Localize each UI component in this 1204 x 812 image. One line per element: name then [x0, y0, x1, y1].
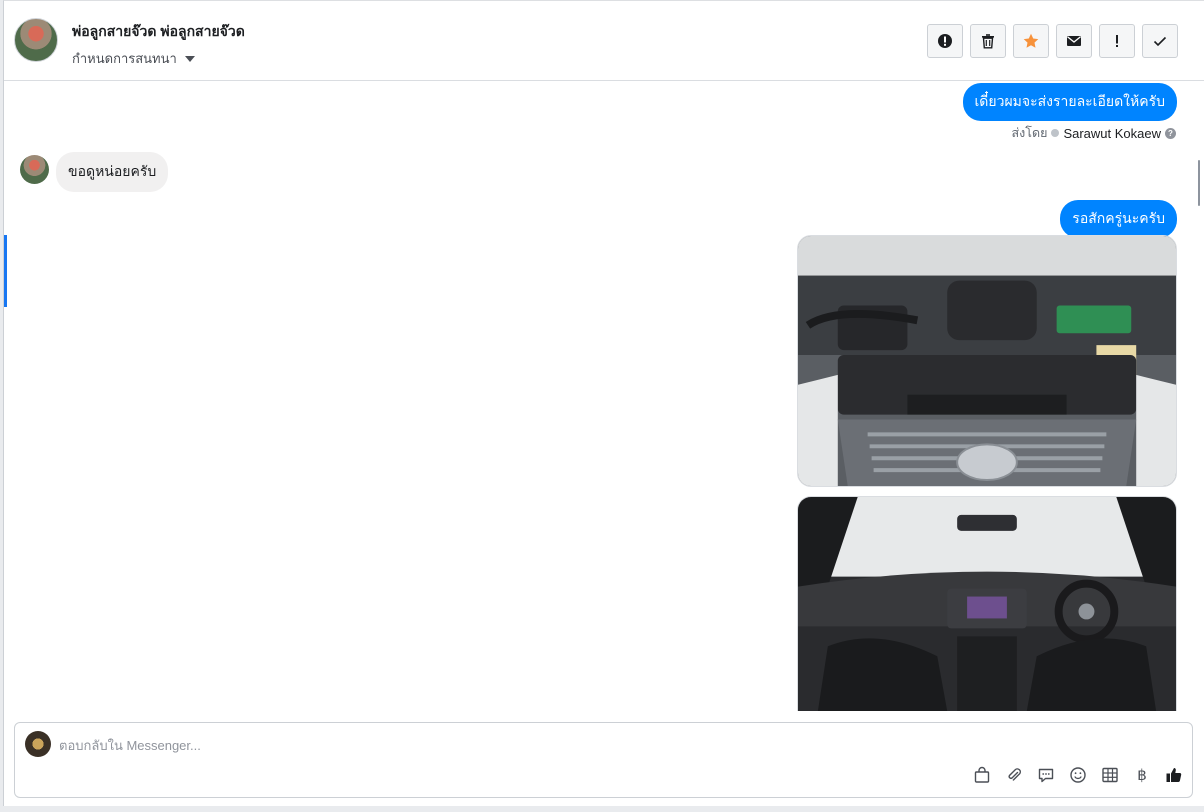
message-outgoing[interactable]: รอสักครู่นะครับ: [1060, 200, 1177, 238]
star-icon: [1023, 33, 1039, 48]
assign-conversation-dropdown[interactable]: กำหนดการสนทนา: [72, 48, 195, 69]
agent-name[interactable]: Sarawut Kokaew: [1063, 126, 1161, 141]
trash-icon: [982, 34, 994, 49]
mark-unread-button[interactable]: [1056, 24, 1092, 58]
check-icon: [1153, 36, 1167, 47]
saved-replies-button[interactable]: [1036, 765, 1056, 785]
payment-button[interactable]: ฿: [1132, 765, 1152, 785]
follow-up-button[interactable]: [1099, 24, 1135, 58]
page-avatar: [25, 731, 51, 757]
car-interior-image: [798, 497, 1176, 711]
sent-by-line: ส่งโดย Sarawut Kokaew ?: [1012, 123, 1176, 143]
exclamation-icon: [1116, 35, 1118, 47]
contact-avatar[interactable]: [14, 18, 58, 62]
scrollbar-thumb[interactable]: [1198, 160, 1200, 206]
bag-button[interactable]: [972, 765, 992, 785]
message-incoming[interactable]: ขอดูหน่อยครับ: [56, 152, 169, 192]
table-icon: [1102, 767, 1118, 783]
engine-bay-photo[interactable]: [797, 235, 1177, 487]
composer-tools: ฿: [972, 765, 1184, 785]
assign-label: กำหนดการสนทนา: [72, 51, 177, 66]
help-icon[interactable]: ?: [1165, 127, 1176, 139]
spam-button[interactable]: [927, 24, 963, 58]
chat-bubble-icon: [1038, 768, 1054, 783]
conversation-header: พ่อลูกสายจ๊วด พ่อลูกสายจ๊วด กำหนดการสนทน…: [4, 1, 1204, 81]
baht-icon: ฿: [1137, 766, 1147, 784]
sent-by-label: ส่งโดย: [1011, 126, 1048, 140]
reply-composer: ฿: [14, 722, 1193, 798]
star-button[interactable]: [1013, 24, 1049, 58]
smiley-icon: [1070, 767, 1086, 783]
verified-dot-icon: [1051, 129, 1060, 137]
caret-down-icon: [184, 55, 195, 62]
bag-icon: [974, 766, 990, 783]
delete-button[interactable]: [970, 24, 1006, 58]
like-button[interactable]: [1164, 765, 1184, 785]
header-actions: [927, 24, 1178, 58]
attach-button[interactable]: [1004, 765, 1024, 785]
thumbs-up-icon: [1166, 768, 1182, 782]
spam-icon: [938, 34, 952, 48]
paperclip-icon: [1008, 768, 1021, 781]
message-outgoing[interactable]: เดี๋ยวผมจะส่งรายละเอียดให้ครับ: [962, 83, 1177, 121]
mark-done-button[interactable]: [1142, 24, 1178, 58]
contact-name[interactable]: พ่อลูกสายจ๊วด พ่อลูกสายจ๊วด: [72, 21, 245, 43]
table-button[interactable]: [1100, 765, 1120, 785]
engine-bay-image: [798, 236, 1176, 486]
contact-avatar-small[interactable]: [20, 155, 49, 184]
conversation-panel: พ่อลูกสายจ๊วด พ่อลูกสายจ๊วด กำหนดการสนทน…: [3, 0, 1204, 806]
emoji-button[interactable]: [1068, 765, 1088, 785]
reply-input[interactable]: [59, 738, 959, 753]
envelope-icon: [1067, 36, 1081, 46]
car-interior-photo[interactable]: [797, 496, 1177, 711]
message-thread[interactable]: เดี๋ยวผมจะส่งรายละเอียดให้ครับ ส่งโดย Sa…: [4, 82, 1204, 711]
